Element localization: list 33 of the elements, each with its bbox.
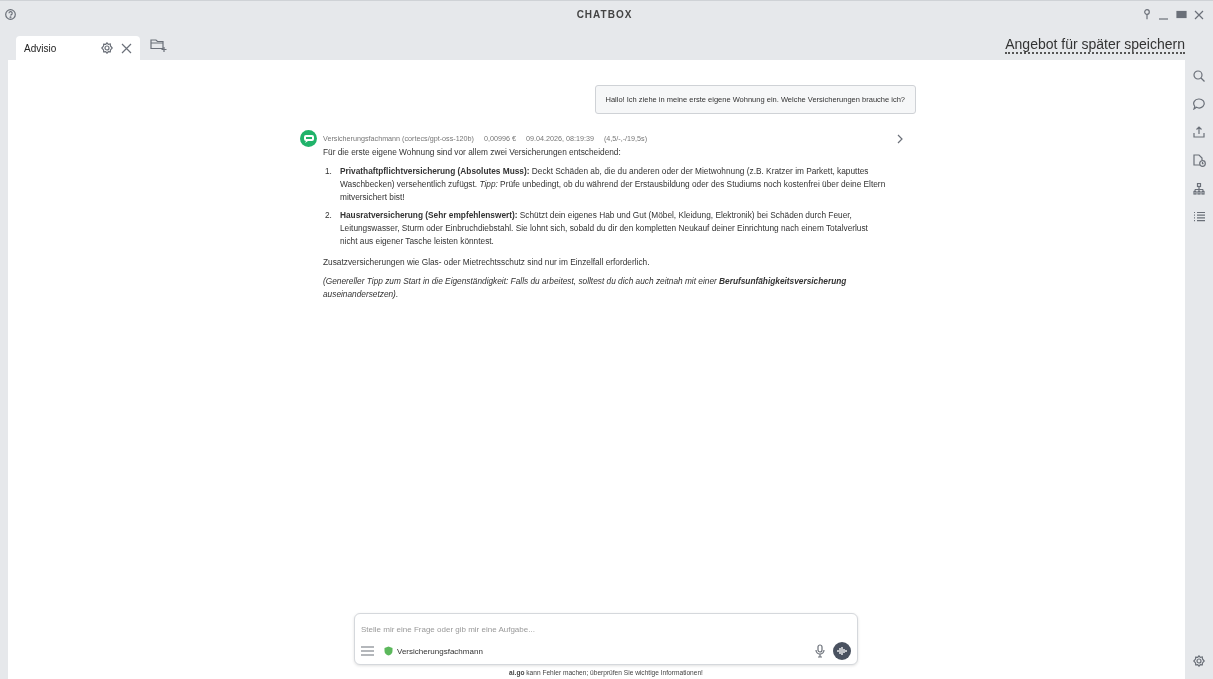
new-folder-icon[interactable] [150,38,168,52]
search-icon[interactable] [1193,70,1205,82]
pin-icon[interactable] [1143,9,1151,20]
message-input[interactable]: Stelle mir eine Frage oder gib mir eine Aufgabe... Versicherungsfachmann [354,613,858,665]
gear-icon[interactable] [101,42,113,54]
list-number: 1. [324,165,333,178]
speech-bubble-icon[interactable] [1193,98,1205,110]
list-number: 2. [324,209,333,222]
message-paragraph: Zusatzversicherungen wie Glas- oder Mietrechtsschutz sind nur im Einzelfall erforderlich. [323,256,651,269]
window-title: CHATBOX [576,9,633,20]
list-icon[interactable] [1193,211,1205,222]
upload-icon[interactable] [1193,126,1205,138]
message-paragraph: (Genereller Tipp zum Start in die Eigenständigkeit: Falls du arbeitest, solltest du dich auch zeitnah mit einer Berufsunfähigkeitsversicherung auseinandersetzen). [323,275,848,301]
help-icon[interactable] [5,9,16,20]
list-item-text: Hausratversicherung (Sehr empfehlenswert): Schützt dein eigenes Hab und Gut (Möbel, Kleidung, Elektronik) bei Schäden durch Feuer, Leitungswasser, Sturm oder Einbruchdiebstahl. Sie lohnt sich, sobald du dir den kompletten Neukauf deiner Einrichtung nach einem Totalverlust nicht aus eigener Tasche leisten könntest. [340,209,869,248]
microphone-icon[interactable] [815,644,825,658]
voice-button[interactable] [833,642,851,660]
close-icon[interactable] [1194,9,1204,20]
shield-icon [384,646,393,656]
tab-label[interactable]: Advisio [24,42,93,54]
list-item-text: Privathaftpflichtversicherung (Absolutes Muss): Deckt Schäden ab, die du anderen oder der Mietwohnung (z.B. Kratzer im Parkett, kaputtes Waschbecken) versehentlich zufügst. Tipp: Prüfe unbedingt, ob du während der Erstausbildung oder des Studiums noch kostenfrei über deine Eltern mitversichert bist! [340,165,887,204]
tab[interactable]: Advisio [16,36,140,60]
close-icon[interactable] [121,42,132,54]
hierarchy-icon[interactable] [1193,183,1205,195]
save-link[interactable]: Angebot für später speichern [1005,36,1185,54]
agent-selector[interactable]: Versicherungsfachmann [397,646,483,656]
bot-avatar-icon [300,130,317,147]
message-paragraph: Für die erste eigene Wohnung sind vor allem zwei Versicherungen entscheidend: [323,146,622,159]
document-clock-icon[interactable] [1192,154,1206,167]
settings-icon[interactable] [1193,655,1205,667]
chevron-right-icon[interactable] [896,133,904,144]
waveform-icon [836,646,848,656]
maximize-icon[interactable] [1176,9,1187,20]
